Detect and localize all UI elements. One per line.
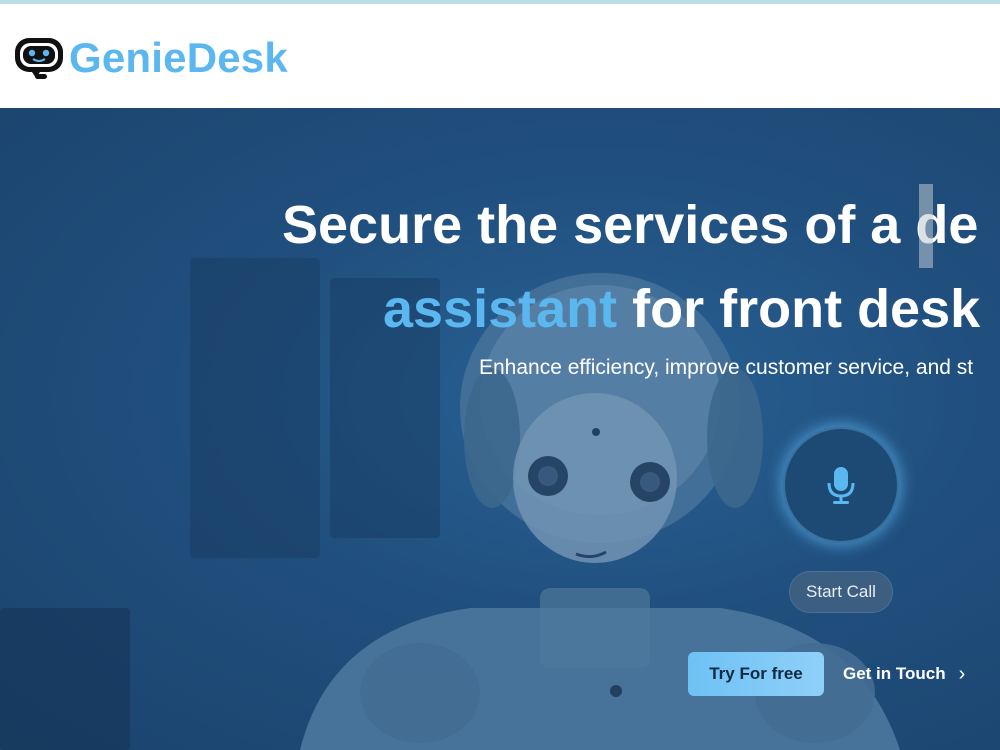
robot-chat-icon[interactable] (12, 34, 66, 82)
start-call-mic-button[interactable] (783, 427, 899, 543)
get-in-touch-link[interactable]: Get in Touch › (843, 652, 965, 696)
start-call-button[interactable]: Start Call (790, 572, 892, 612)
hero-subheadline: Enhance efficiency, improve customer ser… (479, 356, 974, 379)
headline-line2-rest: for front desk (617, 279, 981, 339)
chevron-right-icon: › (958, 662, 966, 685)
headline-accent-word: assistant (383, 279, 618, 339)
microphone-icon (827, 467, 855, 504)
hero-headline-line2: assistant for front desk (383, 278, 980, 340)
hero-section: Secure the services of a de assistant fo… (0, 108, 1000, 750)
typing-cursor (919, 184, 933, 268)
get-in-touch-label: Get in Touch (843, 664, 946, 683)
site-header: GenieDesk (0, 4, 1000, 108)
try-for-free-button[interactable]: Try For free (688, 652, 824, 696)
hero-headline-line1: Secure the services of a de (282, 195, 979, 255)
brand-name[interactable]: GenieDesk (69, 34, 288, 82)
